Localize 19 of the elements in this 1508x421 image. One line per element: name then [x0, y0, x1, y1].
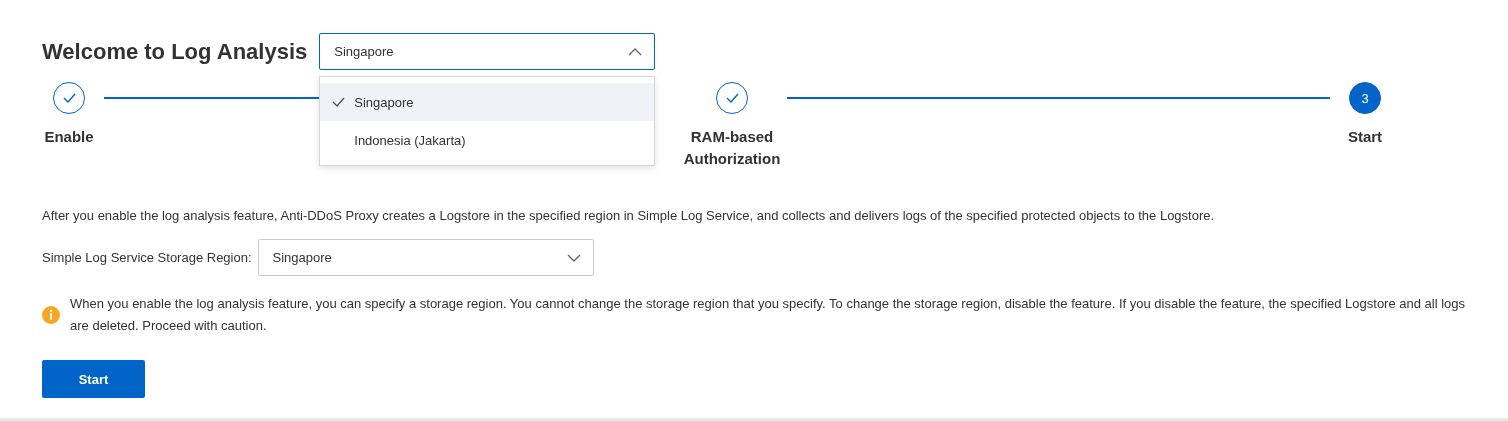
storage-region-select[interactable]: Singapore	[257, 239, 594, 276]
chevron-up-icon	[628, 47, 643, 56]
start-button[interactable]: Start	[42, 360, 145, 398]
step-label: Enable	[44, 127, 94, 147]
dropdown-option[interactable]: Singapore	[320, 83, 655, 121]
step-label: RAM-based Authorization	[682, 127, 782, 169]
check-icon	[62, 93, 76, 103]
step-label: Start	[1347, 127, 1383, 147]
step-number: 3	[1361, 90, 1369, 106]
description-text: After you enable the log analysis feature, Anti-DDoS Proxy creates a Logstore in the specified region in Simple Log Service, and collects and delivers logs of the specified protected objects to the Logstore.	[42, 208, 1216, 223]
page-title: Welcome to Log Analysis	[42, 38, 308, 65]
field-label: Simple Log Service Storage Region:	[42, 250, 252, 265]
check-icon	[725, 93, 739, 103]
dropdown-option[interactable]: Indonesia (Jakarta)	[320, 121, 655, 159]
info-icon	[42, 306, 60, 324]
chevron-down-icon	[566, 253, 581, 262]
region-select[interactable]: Singapore	[319, 33, 656, 70]
notice-text: When you enable the log analysis feature, you can specify a storage region. You cannot change the storage region that you specify. To change the storage region, disable the feature. If you disable the feature, the specified Logstore and all logs are deleted. Proceed with caution.	[70, 295, 1466, 335]
check-icon	[332, 97, 346, 107]
